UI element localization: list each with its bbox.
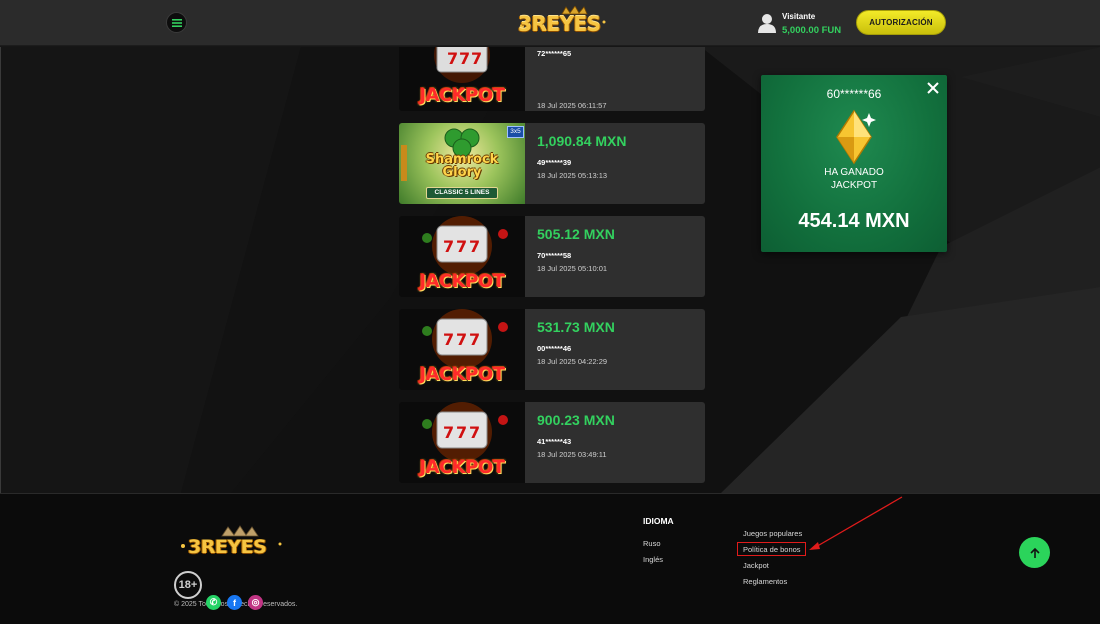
svg-text:7: 7 [447,49,458,68]
top-header: 3REYES Visitante 5,000.00 FUN AUTORIZACI… [0,0,1100,46]
diamond-icon [836,109,876,165]
arrow-up-icon [1029,547,1040,558]
winner-card[interactable]: 7 7 7 JACKPOT 900.23 MXN 41******43 18 J… [399,402,705,483]
game-thumbnail: 7 7 7 JACKPOT [399,216,525,297]
winner-user: 41******43 [537,437,572,446]
winner-user: 49******39 [537,158,572,167]
winner-card[interactable]: 7 7 7 JACKPOT 505.12 MXN 70******58 18 J… [399,216,705,297]
scroll-to-top-button[interactable] [1019,537,1050,568]
hamburger-icon [171,18,182,27]
whatsapp-icon[interactable]: ✆ [206,595,221,610]
game-thumbnail: 7 7 7 JACKPOT [399,402,525,483]
winner-date: 18 Jul 2025 05:13:13 [537,171,608,180]
winner-user: 00******46 [537,344,572,353]
link-rules[interactable]: Reglamentos [743,577,787,586]
site-logo[interactable]: 3REYES [518,6,608,38]
winner-date: 18 Jul 2025 06:11:57 [537,101,607,110]
popup-user: 60******66 [826,87,882,101]
winner-user: 70******58 [537,251,572,260]
svg-text:7: 7 [443,423,454,442]
winner-card[interactable]: 7 7 7 JACKPOT 531.73 MXN 00******46 18 J… [399,309,705,390]
popup-label-jackpot: JACKPOT [830,180,878,191]
footer-logo-text: 3REYES [188,536,267,558]
winner-card[interactable]: Shamrock Glory CLASSIC 5 LINES 3x5 1,090… [399,123,705,204]
svg-text:7: 7 [456,330,467,349]
winner-amount: 900.23 MXN [537,412,615,428]
svg-text:7: 7 [443,330,454,349]
jackpot-winner-popup: 60******66 HA GANADO JACKPOT 454.14 MXN [761,75,947,252]
instagram-icon[interactable]: ◎ [248,595,263,610]
authorization-button[interactable]: AUTORIZACIÓN [856,10,946,35]
jackpot-thumb-text: JACKPOT [419,364,505,385]
winner-amount: 505.12 MXN [537,226,615,242]
jackpot-thumb-text: JACKPOT [419,271,505,292]
winner-date: 18 Jul 2025 05:10:01 [537,264,608,273]
annotation-highlight-box [737,542,806,556]
jackpot-winners-list: 7 7 7 JACKPOT 72******65 18 Jul 2025 06:… [399,47,705,493]
popup-label-won: HA GANADO [824,167,884,178]
user-name: Visitante [782,12,816,21]
svg-text:7: 7 [456,423,467,442]
facebook-icon[interactable]: f [227,595,242,610]
footer-logo[interactable]: 3REYES [180,524,284,564]
winner-date: 18 Jul 2025 03:49:11 [537,450,607,459]
jackpot-thumb-text: JACKPOT [419,457,505,478]
jackpot-thumb-text: JACKPOT [419,85,505,106]
user-balance: 5,000.00 FUN [782,25,842,36]
shamrock-title-line2: Glory [442,165,482,180]
language-english[interactable]: Inglés [643,555,663,564]
svg-text:7: 7 [459,49,470,68]
svg-text:7: 7 [469,237,480,256]
winner-amount: 1,090.84 MXN [537,133,627,149]
winner-card[interactable]: 7 7 7 JACKPOT 72******65 18 Jul 2025 06:… [399,47,705,111]
game-thumbnail: 7 7 7 JACKPOT [399,47,525,111]
game-thumbnail: 7 7 7 JACKPOT [399,309,525,390]
site-footer: 3REYES 18+ © 2025 Todos los derechos res… [0,493,1100,624]
link-popular-games[interactable]: Juegos populares [743,529,802,538]
svg-text:7: 7 [469,423,480,442]
logo-text: 3REYES [518,12,601,36]
age-restriction-badge: 18+ [174,571,202,599]
menu-button[interactable] [166,12,187,33]
close-icon[interactable] [925,80,941,96]
winner-user: 72******65 [537,49,572,58]
svg-text:7: 7 [443,237,454,256]
language-russian[interactable]: Ruso [643,539,661,548]
svg-text:7: 7 [469,330,480,349]
svg-text:7: 7 [456,237,467,256]
language-title: IDIOMA [643,516,674,526]
winner-amount: 531.73 MXN [537,319,615,335]
svg-text:7: 7 [471,49,482,68]
game-thumbnail: Shamrock Glory CLASSIC 5 LINES 3x5 [399,123,525,204]
reels-badge: 3x5 [507,126,524,138]
user-icon [758,14,776,33]
popup-amount: 454.14 MXN [798,210,910,232]
shamrock-subtitle: CLASSIC 5 LINES [426,187,498,199]
winner-date: 18 Jul 2025 04:22:29 [537,357,608,366]
shamrock-title: Shamrock Glory [399,153,525,179]
link-jackpot[interactable]: Jackpot [743,561,769,570]
